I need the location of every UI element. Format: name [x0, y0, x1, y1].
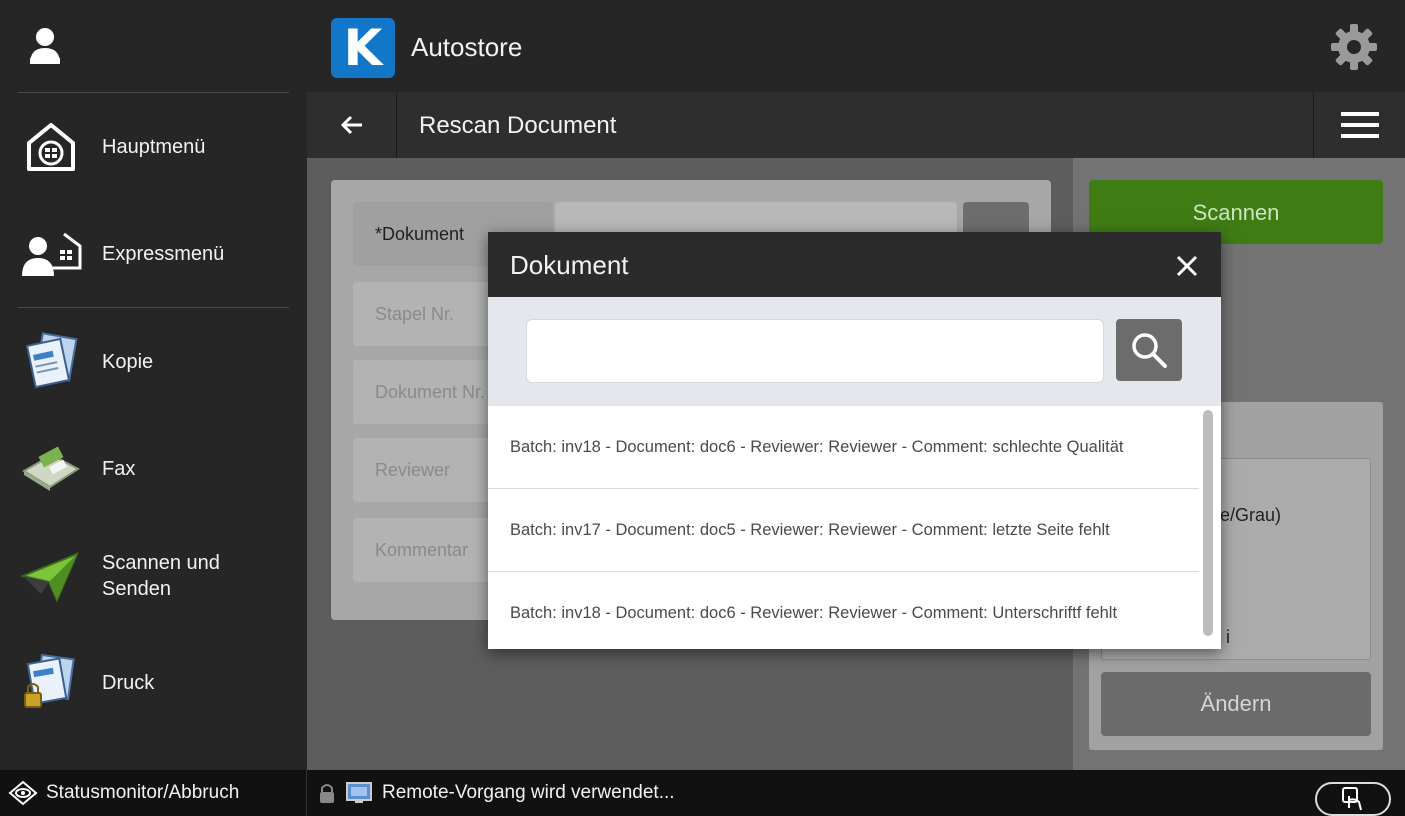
- result-list: Batch: inv18 - Document: doc6 - Reviewer…: [488, 406, 1199, 649]
- dokument-dialog: Dokument Batch: inv18 - Document: doc6 -…: [488, 232, 1221, 649]
- sidebar-item-label: Kopie: [102, 350, 154, 373]
- search-icon: [1132, 333, 1167, 368]
- sidebar-item-label: Druck: [102, 671, 155, 694]
- arrow-left-icon: [340, 115, 362, 135]
- scrollbar[interactable]: [1203, 410, 1213, 636]
- list-item[interactable]: Batch: inv18 - Document: doc6 - Reviewer…: [488, 572, 1199, 655]
- user-login-area[interactable]: [0, 0, 307, 92]
- settings-button[interactable]: [1329, 22, 1379, 72]
- dialog-header: Dokument: [488, 232, 1221, 297]
- app-title: Autostore: [411, 32, 523, 62]
- home-icon: [20, 116, 82, 178]
- sidebar-item-fax[interactable]: Fax: [0, 415, 307, 522]
- lock-icon: [320, 784, 334, 803]
- sub-header: Rescan Document: [307, 92, 1405, 158]
- remote-operation-button[interactable]: [1315, 782, 1391, 816]
- sidebar-item-label: Hauptmenü: [102, 135, 206, 158]
- app-header: K Autostore: [307, 0, 1405, 92]
- dialog-title: Dokument: [510, 250, 629, 280]
- close-button[interactable]: [1167, 246, 1207, 286]
- copy-icon: [20, 331, 82, 393]
- sidebar-item-label: Fax: [102, 457, 136, 480]
- status-monitor-button[interactable]: Statusmonitor/Abbruch: [0, 770, 307, 816]
- back-button[interactable]: [307, 92, 397, 158]
- sidebar-item-scannen-senden[interactable]: Scannen und Senden: [0, 522, 307, 629]
- remote-hand-icon: [1342, 787, 1362, 811]
- sidebar-item-label: Expressmenü: [102, 242, 225, 265]
- sidebar-item-expressmenu[interactable]: Expressmenü: [0, 200, 307, 307]
- hamburger-menu-icon: [1340, 112, 1379, 138]
- search-input[interactable]: [526, 319, 1104, 383]
- close-icon: [1176, 255, 1198, 277]
- user-icon[interactable]: [28, 26, 62, 66]
- gear-icon: [1331, 24, 1377, 70]
- sidebar-item-druck[interactable]: Druck: [0, 629, 307, 736]
- sidebar: Hauptmenü Expressmenü Kopie Fax Scannen …: [0, 0, 307, 770]
- status-monitor-icon: [8, 780, 38, 806]
- search-button[interactable]: [1116, 319, 1182, 381]
- monitor-icon: [346, 782, 372, 803]
- remote-status: Remote-Vorgang wird verwendet...: [318, 770, 675, 816]
- app-logo: K: [331, 18, 395, 78]
- dialog-search-area: [488, 297, 1221, 406]
- express-user-icon: [20, 223, 82, 285]
- scan-send-icon: [20, 545, 82, 607]
- fax-icon: [20, 438, 82, 500]
- sidebar-item-label: Scannen und Senden: [102, 551, 220, 600]
- change-settings-button[interactable]: Ändern: [1101, 672, 1371, 736]
- print-icon: [20, 652, 82, 714]
- menu-button[interactable]: [1313, 92, 1405, 158]
- sidebar-item-hauptmenu[interactable]: Hauptmenü: [0, 93, 307, 200]
- list-item[interactable]: Batch: inv17 - Document: doc5 - Reviewer…: [488, 489, 1199, 572]
- list-item[interactable]: Batch: inv18 - Document: doc6 - Reviewer…: [488, 406, 1199, 489]
- sidebar-item-kopie[interactable]: Kopie: [0, 308, 307, 415]
- page-title: Rescan Document: [419, 112, 617, 139]
- remote-operation-label: Remote-Vorgang wird verwendet...: [382, 782, 675, 803]
- status-monitor-label: Statusmonitor/Abbruch: [46, 782, 240, 803]
- resolution-text: i: [1226, 627, 1230, 647]
- status-bar: Statusmonitor/Abbruch Remote-Vorgang wir…: [0, 770, 1405, 816]
